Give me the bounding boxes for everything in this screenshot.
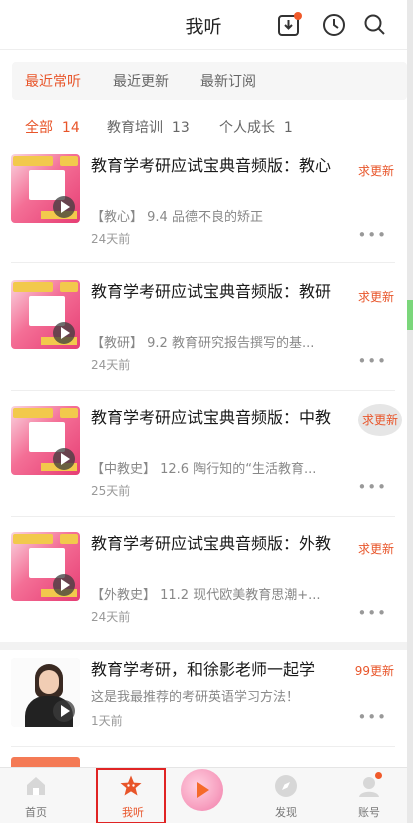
now-playing-icon[interactable] [181,769,223,811]
more-icon[interactable]: ••• [357,352,387,370]
update-count-badge[interactable]: 99更新 [355,662,394,679]
nav-account[interactable]: 账号 [334,768,404,823]
item-title: 教育学考研，和徐影老师一起学 [91,660,316,679]
sort-tabs: 最近常听 最近更新 最新订阅 [12,62,407,100]
request-update-badge[interactable]: 求更新 [358,162,394,179]
compass-icon [275,775,297,797]
tab-personal-growth[interactable]: 个人成长 1 [219,117,293,137]
top-header: 我听 [0,0,413,50]
item-subtitle: 【中教史】 12.6 陶行知的“生活教育... [91,462,317,477]
download-icon[interactable] [276,12,302,38]
account-notification-dot [375,772,382,779]
nav-home-label: 首页 [25,806,47,819]
list-item[interactable]: 教育学考研应试宝典音频版：教研 【教研】 9.2 教育研究报告撰写的基... 2… [0,266,407,392]
nav-my-listen-label: 我听 [122,806,144,819]
more-icon[interactable]: ••• [357,478,387,496]
item-time: 1天前 [91,714,123,728]
nav-discover-label: 发现 [275,806,297,819]
tab-recent-update[interactable]: 最近更新 [113,71,169,91]
nav-account-label: 账号 [358,806,380,819]
play-icon[interactable] [53,700,75,722]
star-icon [120,775,142,796]
item-title: 教育学考研应试宝典音频版：外教 [91,534,332,553]
nav-my-listen[interactable]: 我听 [96,768,166,823]
nav-discover[interactable]: 发现 [251,768,321,823]
request-update-badge[interactable]: 求更新 [358,288,394,305]
request-update-badge[interactable]: 求更新 [358,540,394,557]
play-icon[interactable] [53,448,75,470]
item-time: 25天前 [91,484,131,498]
tab-recent-listen[interactable]: 最近常听 [25,71,81,91]
tab-all[interactable]: 全部 14 [25,117,80,137]
item-subtitle: 【教研】 9.2 教育研究报告撰写的基... [91,336,315,351]
tab-education-training[interactable]: 教育培训 13 [107,117,190,137]
notification-dot [294,12,302,20]
item-subtitle: 【教心】 9.4 品德不良的矫正 [91,210,263,225]
item-time: 24天前 [91,232,131,246]
more-icon[interactable]: ••• [357,708,387,726]
item-subtitle: 这是我最推荐的考研英语学习方法！ [91,690,300,705]
play-icon[interactable] [53,196,75,218]
list-item[interactable]: 教育学考研应试宝典音频版：中教 【中教史】 12.6 陶行知的“生活教育... … [0,392,407,518]
list-item[interactable]: 教育学考研应试宝典音频版：教心 【教心】 9.4 品德不良的矫正 24天前 求更… [0,150,407,266]
album-cover [11,406,80,475]
item-time: 24天前 [91,610,131,624]
category-tabs: 全部 14 教育培训 13 个人成长 1 [12,108,407,142]
request-update-badge[interactable]: 求更新 [358,404,402,436]
home-icon [27,777,45,795]
bottom-nav: 首页 我听 发现 账号 [0,767,407,823]
item-title: 教育学考研应试宝典音频版：中教 [91,408,332,427]
side-scroll-strip [407,0,413,823]
search-icon[interactable] [362,12,388,38]
item-title: 教育学考研应试宝典音频版：教研 [91,282,332,301]
item-time: 24天前 [91,358,131,372]
list-item[interactable]: 教育学考研应试宝典音频版：外教 【外教史】 11.2 现代欧美教育思潮+... … [0,518,407,642]
history-icon[interactable] [321,12,347,38]
play-icon[interactable] [53,574,75,596]
more-icon[interactable]: ••• [357,226,387,244]
tab-latest-subscribe[interactable]: 最新订阅 [200,71,256,91]
nav-home[interactable]: 首页 [1,768,71,823]
list-item[interactable]: 教育学考研，和徐影老师一起学 这是我最推荐的考研英语学习方法！ 1天前 99更新… [0,650,407,750]
album-cover [11,532,80,601]
teacher-avatar [11,658,80,727]
album-cover [11,154,80,223]
play-icon[interactable] [53,322,75,344]
more-icon[interactable]: ••• [357,604,387,622]
item-title: 教育学考研应试宝典音频版：教心 [91,156,332,175]
album-cover [11,280,80,349]
section-divider [0,642,407,650]
item-subtitle: 【外教史】 11.2 现代欧美教育思潮+... [91,588,321,603]
